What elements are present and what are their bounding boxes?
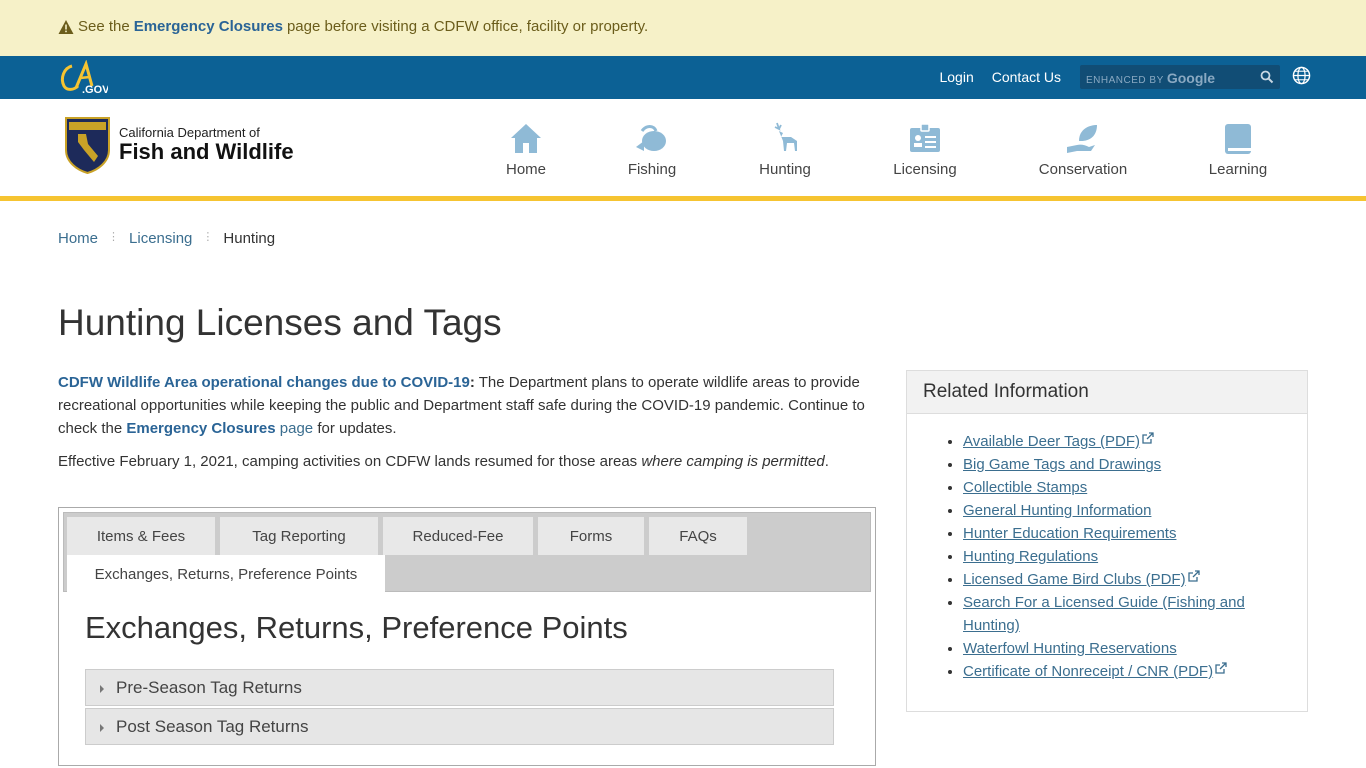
globe-icon[interactable]	[1292, 66, 1311, 85]
breadcrumb: Home ⋮ Licensing ⋮ Hunting	[58, 230, 275, 247]
deer-icon	[774, 122, 797, 151]
org-name[interactable]: California Department of Fish and Wildli…	[119, 125, 294, 164]
list-item: Search For a Licensed Guide (Fishing and…	[963, 591, 1283, 637]
for-updates-text: for updates.	[313, 420, 397, 437]
tab-exchanges-returns[interactable]: Exchanges, Returns, Preference Points	[67, 555, 385, 593]
page-link[interactable]: page	[276, 420, 313, 437]
alert-emergency-closures-link[interactable]: Emergency Closures	[134, 18, 283, 35]
alert-suffix: page before visiting a CDFW office, faci…	[286, 18, 649, 35]
camping-text: Effective February 1, 2021, camping acti…	[58, 453, 642, 470]
nav-fishing[interactable]: Fishing	[627, 121, 677, 178]
search-icon[interactable]	[1260, 70, 1274, 84]
tab-faqs[interactable]: FAQs	[649, 517, 747, 555]
svg-text:.GOV: .GOV	[82, 84, 108, 94]
page-title: Hunting Licenses and Tags	[58, 302, 502, 343]
tab-forms[interactable]: Forms	[538, 517, 644, 555]
breadcrumb-separator: ⋮	[108, 231, 120, 243]
nav-fishing-label: Fishing	[627, 161, 677, 178]
contact-us-link[interactable]: Contact Us	[992, 69, 1061, 85]
tab-reduced-fee[interactable]: Reduced-Fee	[383, 517, 533, 555]
caret-right-icon	[100, 724, 104, 732]
nav-hunting[interactable]: Hunting	[757, 121, 813, 178]
list-item: Hunting Regulations	[963, 545, 1283, 568]
ca-gov-logo[interactable]: .GOV	[58, 60, 108, 94]
accordion-label: Pre-Season Tag Returns	[116, 677, 302, 697]
breadcrumb-current: Hunting	[223, 230, 276, 247]
home-icon	[511, 124, 541, 153]
accordion-pre-season-returns[interactable]: Pre-Season Tag Returns	[85, 669, 834, 706]
related-link[interactable]: Hunter Education Requirements	[963, 525, 1176, 542]
list-item: Collectible Stamps	[963, 476, 1283, 499]
emergency-closures-link[interactable]: Emergency Closures	[126, 420, 275, 437]
nav-learning[interactable]: Learning	[1208, 121, 1268, 178]
external-link-icon	[1187, 570, 1200, 582]
intro-text: CDFW Wildlife Area operational changes d…	[58, 371, 878, 473]
search-placeholder-brand: Google	[1166, 70, 1216, 86]
related-link[interactable]: Available Deer Tags (PDF)	[963, 433, 1140, 450]
hand-leaf-icon	[1067, 125, 1097, 153]
camping-notice: Effective February 1, 2021, camping acti…	[58, 450, 878, 473]
search-placeholder-prefix: ENHANCED BY	[1086, 75, 1164, 86]
list-item: General Hunting Information	[963, 499, 1283, 522]
state-top-bar: .GOV Login Contact Us ENHANCED BY Google	[0, 56, 1366, 99]
accordion-post-season-returns[interactable]: Post Season Tag Returns	[85, 708, 834, 745]
nav-learning-label: Learning	[1208, 161, 1268, 178]
related-links-list: Available Deer Tags (PDF) Big Game Tags …	[963, 430, 1283, 683]
covid-notice: CDFW Wildlife Area operational changes d…	[58, 371, 878, 440]
related-heading: Related Information	[907, 371, 1307, 414]
cdfw-badge-logo[interactable]	[64, 116, 111, 174]
tab-items-fees[interactable]: Items & Fees	[67, 517, 215, 555]
nav-hunting-label: Hunting	[759, 161, 811, 178]
related-link[interactable]: Collectible Stamps	[963, 479, 1087, 496]
nav-conservation[interactable]: Conservation	[1037, 121, 1129, 178]
alert-message: See the Emergency Closures page before v…	[58, 18, 648, 35]
book-icon	[1225, 124, 1251, 154]
org-name-line1: California Department of	[119, 125, 260, 140]
login-link[interactable]: Login	[939, 69, 973, 85]
related-link[interactable]: Big Game Tags and Drawings	[963, 456, 1161, 473]
org-name-line2: Fish and Wildlife	[119, 139, 294, 164]
external-link-icon	[1142, 432, 1154, 444]
alert-prefix: See the	[78, 18, 130, 35]
related-link[interactable]: Certificate of Nonreceipt / CNR (PDF)	[963, 663, 1213, 680]
list-item: Waterfowl Hunting Reservations	[963, 637, 1283, 660]
breadcrumb-home[interactable]: Home	[58, 230, 98, 247]
id-card-icon	[910, 123, 940, 152]
tab-tag-reporting[interactable]: Tag Reporting	[220, 517, 378, 555]
caret-right-icon	[100, 685, 104, 693]
list-item: Certificate of Nonreceipt / CNR (PDF)	[963, 660, 1283, 683]
camping-emphasis: where camping is permitted	[641, 453, 825, 470]
tab-content-heading: Exchanges, Returns, Preference Points	[85, 610, 628, 645]
list-item: Available Deer Tags (PDF)	[963, 430, 1283, 453]
related-link[interactable]: General Hunting Information	[963, 502, 1151, 519]
header-gold-stripe	[0, 196, 1366, 201]
nav-conservation-label: Conservation	[1038, 161, 1128, 178]
breadcrumb-separator: ⋮	[202, 231, 214, 243]
site-header: California Department of Fish and Wildli…	[0, 99, 1366, 196]
tab-strip: Items & Fees Tag Reporting Reduced-Fee F…	[63, 512, 871, 593]
search-input[interactable]: ENHANCED BY Google	[1080, 65, 1280, 89]
tabs-panel: Items & Fees Tag Reporting Reduced-Fee F…	[58, 507, 876, 766]
related-link[interactable]: Waterfowl Hunting Reservations	[963, 640, 1177, 657]
warning-icon	[58, 19, 74, 34]
emergency-alert-banner: See the Emergency Closures page before v…	[0, 0, 1366, 56]
related-link[interactable]: Licensed Game Bird Clubs (PDF)	[963, 571, 1186, 588]
nav-home[interactable]: Home	[506, 121, 546, 178]
external-link-icon	[1215, 662, 1227, 674]
nav-licensing[interactable]: Licensing	[892, 121, 958, 178]
related-information-panel: Related Information Available Deer Tags …	[906, 370, 1308, 712]
covid-notice-link[interactable]: CDFW Wildlife Area operational changes d…	[58, 374, 470, 391]
list-item: Hunter Education Requirements	[963, 522, 1283, 545]
related-link[interactable]: Search For a Licensed Guide (Fishing and…	[963, 594, 1245, 634]
accordion-label: Post Season Tag Returns	[116, 716, 309, 736]
list-item: Licensed Game Bird Clubs (PDF)	[963, 568, 1283, 591]
fish-icon	[636, 125, 666, 151]
nav-home-label: Home	[506, 161, 547, 178]
related-link[interactable]: Hunting Regulations	[963, 548, 1098, 565]
breadcrumb-licensing[interactable]: Licensing	[129, 230, 192, 247]
camping-end: .	[824, 453, 829, 470]
list-item: Big Game Tags and Drawings	[963, 453, 1283, 476]
nav-licensing-label: Licensing	[893, 161, 957, 178]
